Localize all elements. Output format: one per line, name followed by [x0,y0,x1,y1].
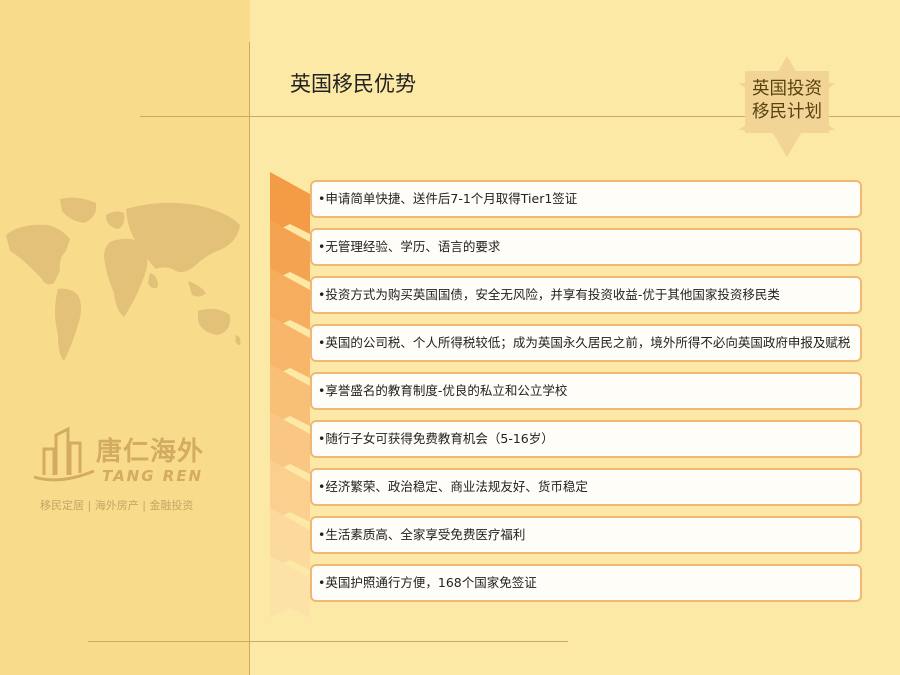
logo-name-cn: 唐仁海外 [96,437,205,467]
list-item: •享誉盛名的教育制度-优良的私立和公立学校 [270,364,862,426]
list-item: •英国护照通行方便，168个国家免签证 [270,556,862,618]
chevron-down-icon [270,556,310,618]
advantage-box: •申请简单快捷、送件后7-1个月取得Tier1签证 [310,180,862,218]
building-logo-icon [33,426,95,482]
advantage-text: •经济繁荣、政治稳定、商业法规友好、货币稳定 [318,479,588,494]
advantage-box: •经济繁荣、政治稳定、商业法规友好、货币稳定 [310,468,862,506]
advantage-box: •享誉盛名的教育制度-优良的私立和公立学校 [310,372,862,410]
advantage-text: •随行子女可获得免费教育机会（5-16岁） [318,431,554,446]
badge-line-1: 英国投资 [752,79,822,99]
advantage-text: •无管理经验、学历、语言的要求 [318,239,501,254]
badge-line-2: 移民计划 [752,102,822,122]
list-item: •随行子女可获得免费教育机会（5-16岁） [270,412,862,474]
advantage-text: •投资方式为购买英国国债，安全无风险，并享有投资收益-优于其他国家投资移民类 [318,287,780,302]
advantage-box: •随行子女可获得免费教育机会（5-16岁） [310,420,862,458]
advantage-text: •英国护照通行方便，168个国家免签证 [318,575,537,590]
list-item: •投资方式为购买英国国债，安全无风险，并享有投资收益-优于其他国家投资移民类 [270,268,862,330]
list-item: •生活素质高、全家享受免费医疗福利 [270,508,862,570]
company-logo: 唐仁海外 TANG REN 移民定居 | 海外房产 | 金融投资 [30,425,230,520]
world-map-icon [6,197,241,361]
advantage-box: •投资方式为购买英国国债，安全无风险，并享有投资收益-优于其他国家投资移民类 [310,276,862,314]
page-title: 英国移民优势 [290,72,416,96]
list-item: •无管理经验、学历、语言的要求 [270,220,862,282]
advantage-box: •英国护照通行方便，168个国家免签证 [310,564,862,602]
list-item: •英国的公司税、个人所得税较低；成为英国永久居民之前，境外所得不必向英国政府申报… [270,316,862,378]
logo-tagline: 移民定居 | 海外房产 | 金融投资 [40,499,194,512]
program-badge: 英国投资 移民计划 [722,38,852,168]
advantage-list: •申请简单快捷、送件后7-1个月取得Tier1签证 •无管理经验、学历、语言的要… [270,172,862,618]
list-item: •经济繁荣、政治稳定、商业法规友好、货币稳定 [270,460,862,522]
logo-name-en: TANG REN [102,467,204,485]
advantage-text: •英国的公司税、个人所得税较低；成为英国永久居民之前，境外所得不必向英国政府申报… [318,335,851,350]
bottom-divider [88,641,568,642]
advantage-text: •享誉盛名的教育制度-优良的私立和公立学校 [318,383,568,398]
advantage-text: •生活素质高、全家享受免费医疗福利 [318,527,526,542]
advantage-box: •生活素质高、全家享受免费医疗福利 [310,516,862,554]
advantage-text: •申请简单快捷、送件后7-1个月取得Tier1签证 [318,191,578,206]
list-item: •申请简单快捷、送件后7-1个月取得Tier1签证 [270,172,862,234]
advantage-box: •英国的公司税、个人所得税较低；成为英国永久居民之前，境外所得不必向英国政府申报… [310,324,862,362]
advantage-box: •无管理经验、学历、语言的要求 [310,228,862,266]
